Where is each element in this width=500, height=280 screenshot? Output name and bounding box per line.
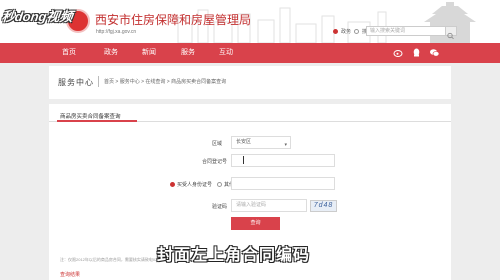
captcha-input[interactable]: 请输入验证码 bbox=[231, 199, 307, 212]
nav-item-news[interactable]: 新闻 bbox=[142, 43, 156, 63]
query-button[interactable]: 查询 bbox=[231, 217, 280, 230]
district-label: 区域 bbox=[212, 141, 223, 147]
search-icon bbox=[447, 32, 454, 40]
nav-item-home[interactable]: 首页 bbox=[62, 43, 76, 63]
weibo-icon[interactable] bbox=[393, 47, 404, 58]
footnote-text: 注：仅限2012年以后的商品房合同，需要核实请致电029-8... bbox=[60, 257, 167, 262]
contract-number-label: 合同登记号 bbox=[202, 159, 228, 165]
query-result-heading: 查询结果 bbox=[60, 272, 81, 278]
video-watermark-logo: 秒dong视频 bbox=[0, 9, 74, 24]
search-scope-radio-2[interactable] bbox=[354, 29, 360, 34]
page: 西安市住房保障和房屋管理局 http://fgj.xa.gov.cn 秒dong… bbox=[0, 0, 500, 280]
text-cursor bbox=[243, 156, 245, 164]
id-type-label-buyer: 买受人身份证号 bbox=[177, 182, 213, 188]
captcha-image[interactable]: 7d48 bbox=[310, 200, 337, 212]
id-type-options: 买受人身份证号 其他 bbox=[170, 181, 234, 188]
qq-icon[interactable] bbox=[411, 47, 422, 58]
search-scope-label-1: 政务 bbox=[341, 29, 352, 35]
id-type-radio-other[interactable] bbox=[217, 182, 223, 187]
search-input[interactable]: 输入搜索关键词 bbox=[366, 26, 446, 36]
district-select[interactable]: 长安区 ▾ bbox=[231, 136, 291, 149]
main-nav: 首页 政务 新闻 服务 互动 bbox=[0, 43, 500, 63]
nav-item-affairs[interactable]: 政务 bbox=[104, 43, 118, 63]
service-center-title: 服务中心 bbox=[58, 78, 94, 87]
tab-contract-query[interactable]: 商品房买卖合同备案查询 bbox=[60, 112, 121, 120]
title-divider bbox=[98, 76, 99, 87]
wechat-icon[interactable] bbox=[429, 47, 440, 58]
search-scope-radio-1[interactable] bbox=[333, 29, 338, 34]
site-title: 西安市住房保障和房屋管理局 bbox=[95, 13, 252, 27]
tab-active-indicator bbox=[57, 120, 137, 122]
video-subtitle-caption: 封面左上角合同编码 bbox=[157, 247, 311, 264]
site-url: http://fgj.xa.gov.cn bbox=[96, 29, 137, 35]
district-value: 长安区 bbox=[236, 139, 252, 145]
search-button[interactable] bbox=[445, 26, 457, 40]
nav-item-interaction[interactable]: 互动 bbox=[219, 43, 233, 63]
breadcrumb[interactable]: 首页 > 服务中心 > 在线查询 > 商品房买卖合同备案查询 bbox=[104, 78, 226, 85]
captcha-label: 验证码 bbox=[212, 204, 228, 210]
nav-item-service[interactable]: 服务 bbox=[181, 43, 195, 63]
site-header: 西安市住房保障和房屋管理局 http://fgj.xa.gov.cn 秒dong… bbox=[0, 0, 500, 43]
id-number-input[interactable] bbox=[231, 177, 335, 190]
id-type-radio-buyer[interactable] bbox=[170, 182, 175, 187]
contract-number-input[interactable] bbox=[231, 154, 335, 167]
social-icons bbox=[393, 47, 440, 58]
chevron-down-icon: ▾ bbox=[284, 142, 287, 148]
